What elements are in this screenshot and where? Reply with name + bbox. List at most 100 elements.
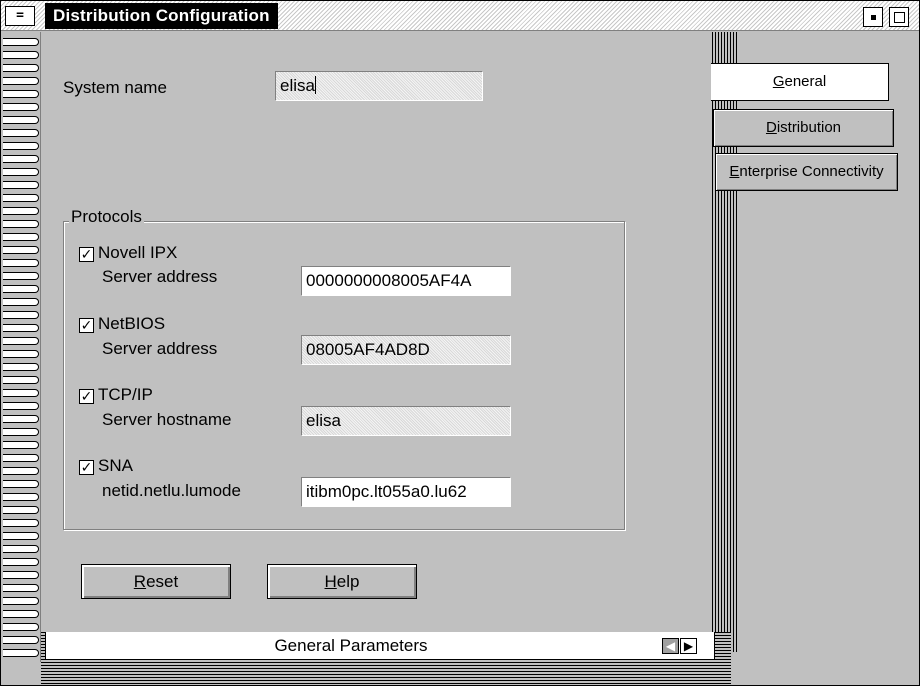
spiral-coil bbox=[3, 610, 39, 618]
spiral-coil bbox=[3, 636, 39, 644]
checkbox-checked-icon: ✓ bbox=[79, 317, 94, 333]
spiral-coil bbox=[3, 233, 39, 241]
spiral-coil bbox=[3, 441, 39, 449]
distribution-configuration-window: = Distribution Configuration System name… bbox=[0, 0, 920, 686]
minimize-icon bbox=[871, 15, 876, 20]
spiral-coil bbox=[3, 623, 39, 631]
protocols-group-title: Protocols bbox=[69, 207, 144, 227]
spiral-coil bbox=[3, 142, 39, 150]
reset-button[interactable]: Reset bbox=[81, 564, 231, 599]
spiral-coil bbox=[3, 64, 39, 72]
tab-enterprise-connectivity[interactable]: Enterprise Connectivity bbox=[715, 153, 898, 191]
spiral-coil bbox=[3, 337, 39, 345]
reset-label: eset bbox=[146, 572, 179, 591]
spiral-coil bbox=[3, 116, 39, 124]
spiral-coil bbox=[3, 77, 39, 85]
tab-enterprise-connectivity-mnemonic: E bbox=[729, 163, 740, 180]
page-title: General Parameters bbox=[274, 636, 428, 655]
spiral-coil bbox=[3, 454, 39, 462]
spiral-coil bbox=[3, 311, 39, 319]
spiral-coil bbox=[3, 584, 39, 592]
tcpip-server-hostname-input[interactable]: elisa bbox=[301, 406, 511, 436]
checkbox-checked-icon: ✓ bbox=[79, 459, 94, 475]
window-title: Distribution Configuration bbox=[45, 3, 278, 29]
tab-distribution[interactable]: Distribution bbox=[713, 109, 894, 147]
help-button[interactable]: Help bbox=[267, 564, 417, 599]
spiral-coil bbox=[3, 324, 39, 332]
spiral-coil bbox=[3, 519, 39, 527]
spiral-coil bbox=[3, 415, 39, 423]
tcpip-label: TCP/IP bbox=[98, 385, 153, 404]
title-bar[interactable]: = Distribution Configuration bbox=[1, 1, 919, 31]
spiral-coil bbox=[3, 298, 39, 306]
tab-enterprise-connectivity-label: nterprise Connectivity bbox=[739, 163, 884, 180]
netbios-server-address-input[interactable]: 08005AF4AD8D bbox=[301, 335, 511, 365]
spiral-coil bbox=[3, 480, 39, 488]
spiral-coil bbox=[3, 51, 39, 59]
help-mnemonic: H bbox=[324, 572, 337, 591]
checkbox-checked-icon: ✓ bbox=[79, 246, 94, 262]
spiral-coil bbox=[3, 246, 39, 254]
tcpip-server-hostname-label: Server hostname bbox=[102, 410, 232, 429]
system-menu-icon[interactable]: = bbox=[5, 6, 35, 26]
novell-ipx-server-address-input[interactable]: 0000000008005AF4A bbox=[301, 266, 511, 296]
sna-lumode-label: netid.netlu.lumode bbox=[102, 481, 241, 500]
netbios-server-address-label: Server address bbox=[102, 339, 218, 358]
checkbox-checked-icon: ✓ bbox=[79, 388, 94, 404]
tab-general-label: eneral bbox=[784, 73, 827, 90]
spiral-coil bbox=[3, 467, 39, 475]
spiral-coil bbox=[3, 168, 39, 176]
tab-general-mnemonic: G bbox=[772, 73, 785, 90]
sna-checkbox[interactable]: ✓ SNA bbox=[79, 456, 133, 476]
system-name-value: elisa bbox=[280, 76, 315, 95]
spiral-coil bbox=[3, 649, 39, 657]
spiral-coil bbox=[3, 428, 39, 436]
spiral-coil bbox=[3, 103, 39, 111]
help-label: elp bbox=[336, 572, 360, 591]
spiral-coil bbox=[3, 506, 39, 514]
page-status-bar: General Parameters ◀ ▶ bbox=[45, 632, 715, 660]
spiral-coil bbox=[3, 493, 39, 501]
sna-lumode-input[interactable]: itibm0pc.lt055a0.lu62 bbox=[301, 477, 511, 507]
spiral-coil bbox=[3, 155, 39, 163]
spiral-coil bbox=[3, 38, 39, 46]
tcpip-checkbox[interactable]: ✓ TCP/IP bbox=[79, 385, 153, 405]
spiral-coil bbox=[3, 376, 39, 384]
spiral-coil bbox=[3, 597, 39, 605]
maximize-button[interactable] bbox=[889, 7, 909, 27]
spiral-coil bbox=[3, 571, 39, 579]
tab-distribution-mnemonic: D bbox=[765, 119, 777, 136]
spiral-coil bbox=[3, 545, 39, 553]
reset-mnemonic: R bbox=[133, 572, 147, 591]
tab-distribution-label: istribution bbox=[776, 119, 842, 136]
novell-ipx-checkbox[interactable]: ✓ Novell IPX bbox=[79, 243, 177, 263]
spiral-coil bbox=[3, 558, 39, 566]
spiral-coil bbox=[3, 129, 39, 137]
spiral-coil bbox=[3, 285, 39, 293]
spiral-coil bbox=[3, 402, 39, 410]
spiral-coil bbox=[3, 220, 39, 228]
spiral-coil bbox=[3, 350, 39, 358]
system-name-input[interactable]: elisa bbox=[275, 71, 483, 101]
spiral-coil bbox=[3, 389, 39, 397]
novell-ipx-server-address-label: Server address bbox=[102, 267, 218, 286]
netbios-checkbox[interactable]: ✓ NetBIOS bbox=[79, 314, 165, 334]
notebook-spiral-binding bbox=[1, 32, 41, 662]
spiral-coil bbox=[3, 363, 39, 371]
spiral-coil bbox=[3, 194, 39, 202]
netbios-label: NetBIOS bbox=[98, 314, 166, 333]
arrow-right-icon[interactable]: ▶ bbox=[680, 638, 697, 654]
spiral-coil bbox=[3, 532, 39, 540]
novell-ipx-label: Novell IPX bbox=[98, 243, 178, 262]
maximize-icon bbox=[894, 12, 905, 23]
minimize-button[interactable] bbox=[863, 7, 883, 27]
sna-label: SNA bbox=[98, 456, 133, 475]
spiral-coil bbox=[3, 90, 39, 98]
tab-general[interactable]: General bbox=[711, 63, 889, 101]
text-caret bbox=[314, 76, 316, 94]
system-name-label: System name bbox=[63, 78, 167, 97]
spiral-coil bbox=[3, 181, 39, 189]
spiral-coil bbox=[3, 259, 39, 267]
arrow-left-icon[interactable]: ◀ bbox=[662, 638, 679, 654]
spiral-coil bbox=[3, 207, 39, 215]
